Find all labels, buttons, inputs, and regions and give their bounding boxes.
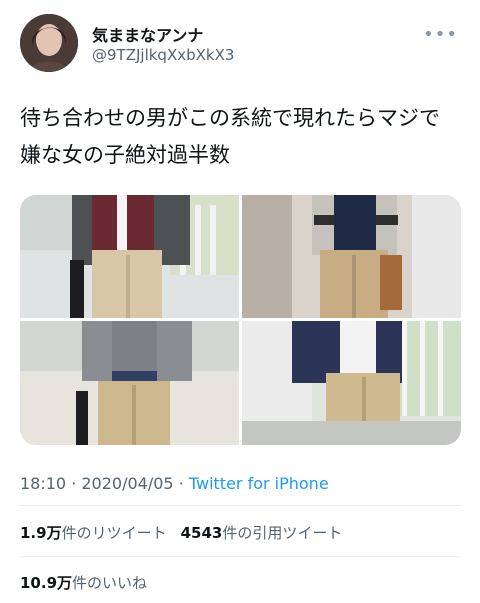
likes-label: 件のいいね xyxy=(72,574,148,592)
tweet-text: 待ち合わせの男がこの系統で現れたらマジで嫌な女の子絶対過半数 xyxy=(20,106,440,167)
retweets-label: 件のリツイート xyxy=(61,524,167,542)
avatar[interactable] xyxy=(20,14,78,72)
quotes-count: 4543 xyxy=(180,524,223,542)
quotes-label: 件の引用ツイート xyxy=(222,524,343,542)
media-image-4[interactable] xyxy=(242,321,461,445)
retweets-link[interactable]: 1.9万件のリツイート xyxy=(20,524,167,542)
likes-link[interactable]: 10.9万件のいいね xyxy=(20,572,147,593)
more-icon[interactable]: ••• xyxy=(423,24,458,45)
media-image-1[interactable] xyxy=(20,195,239,318)
meta-separator-2: · xyxy=(173,474,189,493)
media-grid xyxy=(20,195,461,445)
media-image-3[interactable] xyxy=(20,321,239,445)
likes-count: 10.9万 xyxy=(20,574,73,592)
tweet-time[interactable]: 18:10 xyxy=(20,474,66,493)
tweet-meta: 18:10 · 2020/04/05 · Twitter for iPhone xyxy=(20,474,329,493)
divider xyxy=(20,556,460,557)
meta-separator: · xyxy=(66,474,82,493)
user-handle[interactable]: @9TZJjlkqXxbXkX3 xyxy=(92,46,234,64)
display-name[interactable]: 気ままなアンナ xyxy=(92,22,203,46)
tweet-date[interactable]: 2020/04/05 xyxy=(81,474,173,493)
retweet-stats: 1.9万件のリツイート 4543件の引用ツイート xyxy=(20,522,342,543)
divider xyxy=(20,505,460,506)
media-image-2[interactable] xyxy=(242,195,461,318)
tweet-source-link[interactable]: Twitter for iPhone xyxy=(189,474,329,493)
quotes-link[interactable]: 4543件の引用ツイート xyxy=(181,524,343,542)
retweets-count: 1.9万 xyxy=(20,524,62,542)
tweet-header: 気ままなアンナ @9TZJjlkqXxbXkX3 ••• xyxy=(0,0,480,90)
